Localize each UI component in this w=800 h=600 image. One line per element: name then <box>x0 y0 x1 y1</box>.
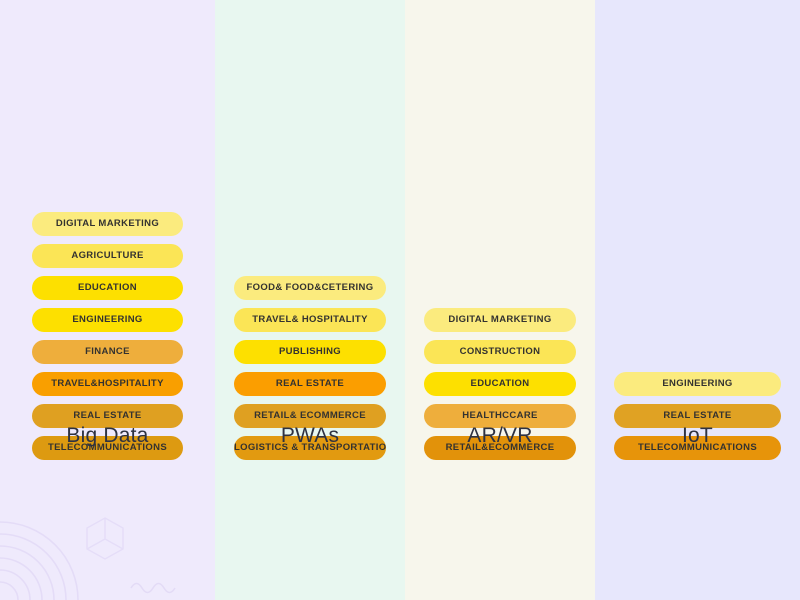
technology-columns: DIGITAL MARKETING AGRICULTURE EDUCATION ENG… <box>0 0 800 600</box>
column-iot: ENGINEERING REAL ESTATE TELECOMMUNICATIONS… <box>595 0 800 600</box>
industry-pill[interactable]: CONSTRUCTION <box>424 340 576 364</box>
column-arvr: DIGITAL MARKETING CONSTRUCTION EDUCATION HE… <box>405 0 595 600</box>
industry-pill[interactable]: DIGITAL MARKETING <box>424 308 576 332</box>
industry-pill[interactable]: PUBLISHING <box>234 340 386 364</box>
industry-pill[interactable]: ENGINEERING <box>614 372 781 396</box>
industry-pill[interactable]: EDUCATION <box>32 276 183 300</box>
industry-pill[interactable]: ENGINEERING <box>32 308 183 332</box>
industry-pill[interactable]: TRAVEL& HOSPITALITY <box>234 308 386 332</box>
column-title-arvr: AR/VR <box>467 424 533 447</box>
infographic-board: DIGITAL MARKETING AGRICULTURE EDUCATION ENG… <box>0 0 800 600</box>
industry-pill[interactable]: EDUCATION <box>424 372 576 396</box>
column-pwas: FOOD& FOOD&CETERING TRAVEL& HOSPITALITY PU… <box>215 0 405 600</box>
industry-pill[interactable]: FINANCE <box>32 340 183 364</box>
industry-pill[interactable]: REAL ESTATE <box>234 372 386 396</box>
column-big-data: DIGITAL MARKETING AGRICULTURE EDUCATION ENG… <box>0 0 215 600</box>
column-title-pwas: PWAs <box>280 424 340 447</box>
industry-pill[interactable]: FOOD& FOOD&CETERING <box>234 276 386 300</box>
industry-pill[interactable]: DIGITAL MARKETING <box>32 212 183 236</box>
column-title-big-data: Big Data <box>66 424 149 447</box>
industry-pill[interactable]: AGRICULTURE <box>32 244 183 268</box>
column-title-iot: IoT <box>682 424 713 447</box>
pill-stack-big-data: DIGITAL MARKETING AGRICULTURE EDUCATION ENG… <box>0 212 215 460</box>
industry-pill[interactable]: TRAVEL&HOSPITALITY <box>32 372 183 396</box>
